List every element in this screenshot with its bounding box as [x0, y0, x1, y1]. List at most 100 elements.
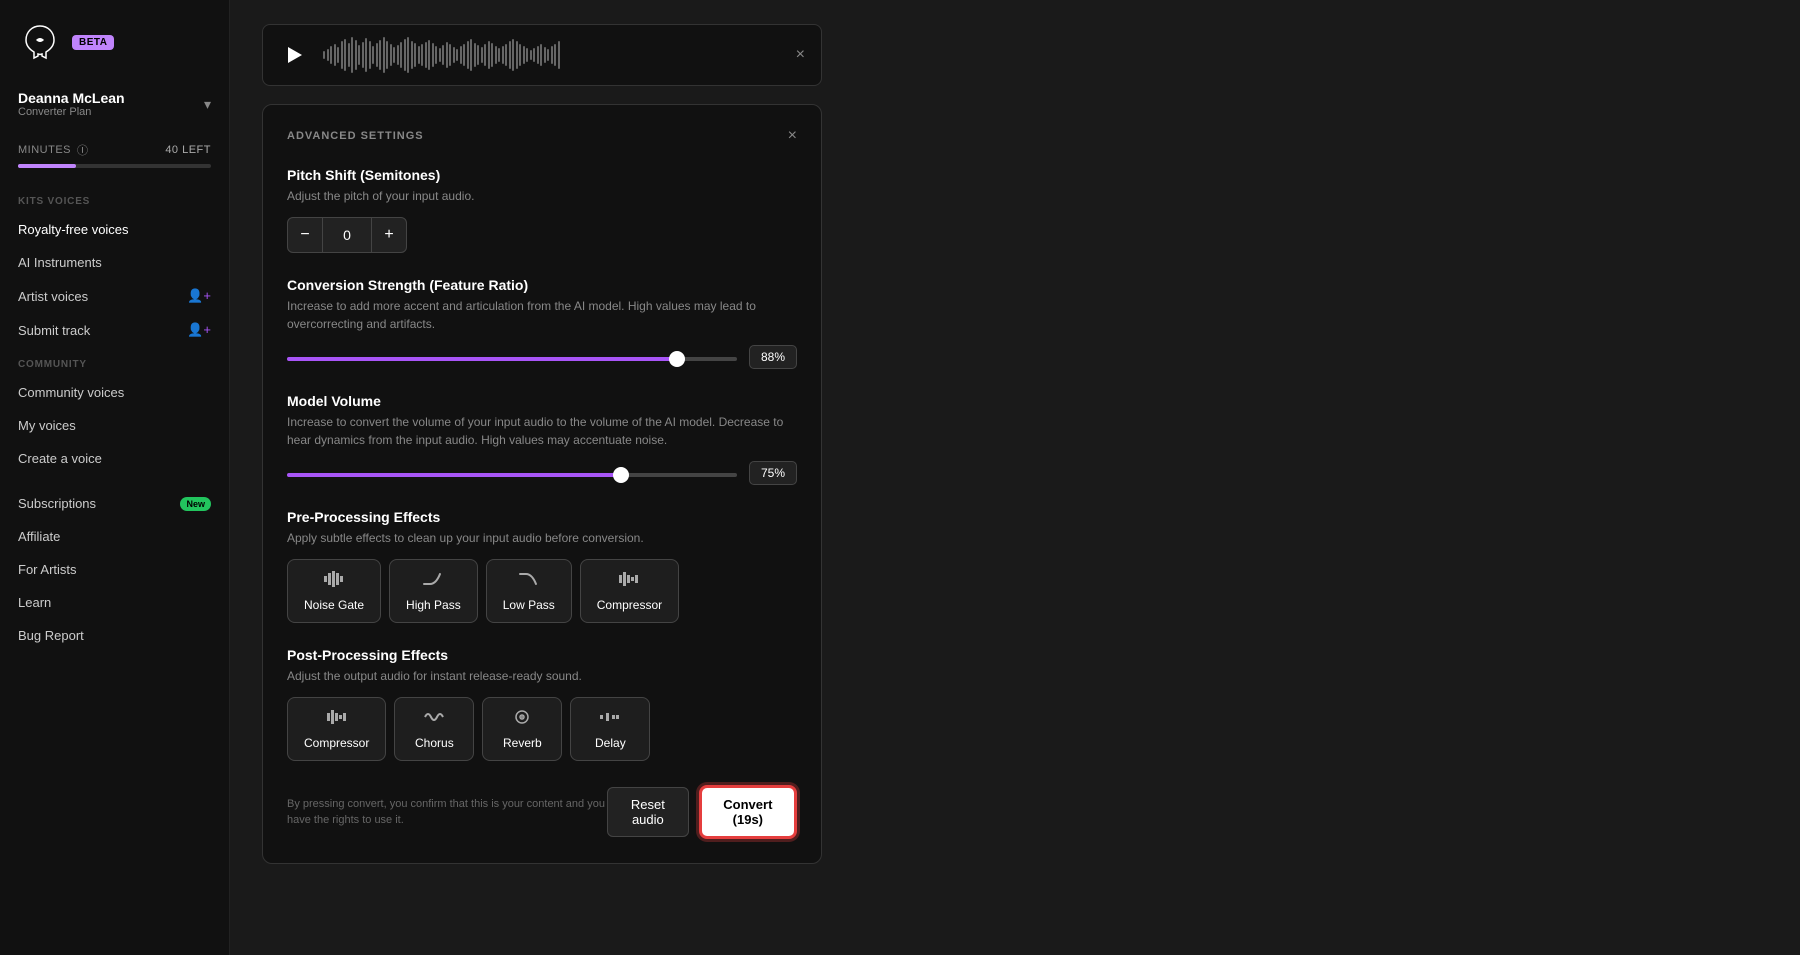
sidebar-item-label: Royalty-free voices: [18, 222, 129, 237]
sidebar-item-create-a-voice[interactable]: Create a voice: [0, 442, 229, 475]
user-menu[interactable]: Deanna McLean Converter Plan ▾: [0, 80, 229, 134]
progress-bar-fill: [18, 164, 76, 168]
model-volume-block: Model Volume Increase to convert the vol…: [287, 393, 797, 485]
new-badge: New: [180, 497, 211, 511]
sidebar-item-label: Subscriptions: [18, 496, 96, 511]
post-processing-block: Post-Processing Effects Adjust the outpu…: [287, 647, 797, 761]
sidebar-item-learn[interactable]: Learn: [0, 586, 229, 619]
effect-high-pass[interactable]: High Pass: [389, 559, 478, 623]
info-icon: ⓘ: [77, 142, 89, 158]
compressor2-label: Compressor: [304, 736, 369, 750]
close-player-button[interactable]: ×: [796, 46, 805, 64]
noise-gate-label: Noise Gate: [304, 598, 364, 612]
progress-bar-bg: [18, 164, 211, 168]
high-pass-label: High Pass: [406, 598, 461, 612]
convert-button[interactable]: Convert (19s): [699, 785, 797, 839]
pitch-shift-name: Pitch Shift (Semitones): [287, 167, 797, 183]
model-volume-name: Model Volume: [287, 393, 797, 409]
minutes-section: MINUTES ⓘ 40 left: [0, 134, 229, 184]
footer-actions: Reset audio Convert (19s): [607, 785, 797, 839]
pitch-increase-button[interactable]: +: [371, 217, 407, 253]
sidebar-item-label: Submit track: [18, 323, 90, 338]
conversion-strength-row: 88%: [287, 345, 797, 369]
noise-gate-icon: [323, 570, 345, 593]
model-volume-row: 75%: [287, 461, 797, 485]
sidebar-item-affiliate[interactable]: Affiliate: [0, 520, 229, 553]
sidebar-item-ai-instruments[interactable]: AI Instruments: [0, 246, 229, 279]
pitch-shift-block: Pitch Shift (Semitones) Adjust the pitch…: [287, 167, 797, 253]
user-info: Deanna McLean Converter Plan: [18, 90, 125, 118]
add-person-icon: 👤+: [187, 322, 211, 338]
sidebar-item-community-voices[interactable]: Community voices: [0, 376, 229, 409]
add-person-icon: 👤+: [187, 288, 211, 304]
effect-chorus[interactable]: Chorus: [394, 697, 474, 761]
pre-processing-effects: Noise Gate High Pass: [287, 559, 797, 623]
reset-audio-button[interactable]: Reset audio: [607, 787, 689, 837]
panel-title: ADVANCED SETTINGS: [287, 130, 424, 142]
audio-player: ×: [262, 24, 822, 86]
effect-low-pass[interactable]: Low Pass: [486, 559, 572, 623]
sidebar-item-my-voices[interactable]: My voices: [0, 409, 229, 442]
low-pass-icon: [518, 570, 540, 593]
effect-delay[interactable]: Delay: [570, 697, 650, 761]
sidebar-item-artist-voices[interactable]: Artist voices 👤+: [0, 279, 229, 313]
pitch-control: − 0 +: [287, 217, 797, 253]
reverb-icon: [511, 708, 533, 731]
minutes-label: MINUTES ⓘ 40 left: [18, 142, 211, 158]
chorus-label: Chorus: [415, 736, 454, 750]
footer-note: By pressing convert, you confirm that th…: [287, 796, 607, 829]
delay-icon: [599, 708, 621, 731]
model-volume-desc: Increase to convert the volume of your i…: [287, 413, 797, 449]
play-button[interactable]: [279, 39, 311, 71]
pitch-value: 0: [323, 217, 371, 253]
sidebar-item-label: For Artists: [18, 562, 77, 577]
sidebar-item-label: My voices: [18, 418, 76, 433]
sidebar-item-label: Artist voices: [18, 289, 88, 304]
model-volume-slider[interactable]: [287, 473, 737, 477]
pre-processing-desc: Apply subtle effects to clean up your in…: [287, 529, 797, 547]
advanced-settings-panel: ADVANCED SETTINGS × Pitch Shift (Semiton…: [262, 104, 822, 864]
sidebar: BETA Deanna McLean Converter Plan ▾ MINU…: [0, 0, 230, 955]
main-content: × ADVANCED SETTINGS × Pitch Shift (Semit…: [230, 0, 1800, 955]
play-icon: [288, 47, 302, 63]
low-pass-label: Low Pass: [503, 598, 555, 612]
chorus-icon: [423, 708, 445, 731]
close-settings-button[interactable]: ×: [788, 127, 797, 145]
user-name: Deanna McLean: [18, 90, 125, 106]
minutes-count: 40 left: [165, 144, 211, 156]
sidebar-item-bug-report[interactable]: Bug Report: [0, 619, 229, 652]
conversion-strength-slider[interactable]: [287, 357, 737, 361]
conversion-strength-desc: Increase to add more accent and articula…: [287, 297, 797, 333]
sidebar-item-submit-track[interactable]: Submit track 👤+: [0, 313, 229, 347]
pitch-decrease-button[interactable]: −: [287, 217, 323, 253]
post-processing-name: Post-Processing Effects: [287, 647, 797, 663]
conversion-strength-block: Conversion Strength (Feature Ratio) Incr…: [287, 277, 797, 369]
conversion-strength-slider-wrap: [287, 348, 737, 366]
sidebar-item-label: Learn: [18, 595, 51, 610]
post-processing-desc: Adjust the output audio for instant rele…: [287, 667, 797, 685]
pre-processing-block: Pre-Processing Effects Apply subtle effe…: [287, 509, 797, 623]
effect-compressor2[interactable]: Compressor: [287, 697, 386, 761]
post-processing-effects: Compressor Chorus: [287, 697, 797, 761]
reverb-label: Reverb: [503, 736, 542, 750]
sidebar-item-label: Bug Report: [18, 628, 84, 643]
effect-reverb[interactable]: Reverb: [482, 697, 562, 761]
panel-header: ADVANCED SETTINGS ×: [287, 127, 797, 145]
community-section-label: COMMUNITY: [0, 347, 229, 376]
chevron-down-icon: ▾: [204, 96, 211, 113]
sidebar-item-for-artists[interactable]: For Artists: [0, 553, 229, 586]
effect-noise-gate[interactable]: Noise Gate: [287, 559, 381, 623]
delay-label: Delay: [595, 736, 626, 750]
sidebar-item-label: AI Instruments: [18, 255, 102, 270]
kits-voices-section-label: KITS VOICES: [0, 184, 229, 213]
effect-compressor[interactable]: Compressor: [580, 559, 679, 623]
high-pass-icon: [422, 570, 444, 593]
compressor-label: Compressor: [597, 598, 662, 612]
sidebar-item-label: Affiliate: [18, 529, 60, 544]
beta-badge: BETA: [72, 35, 114, 50]
model-volume-value: 75%: [749, 461, 797, 485]
sidebar-item-royalty-free-voices[interactable]: Royalty-free voices: [0, 213, 229, 246]
logo-icon: [18, 20, 62, 64]
sidebar-item-subscriptions[interactable]: Subscriptions New: [0, 487, 229, 520]
footer-row: By pressing convert, you confirm that th…: [287, 785, 797, 839]
